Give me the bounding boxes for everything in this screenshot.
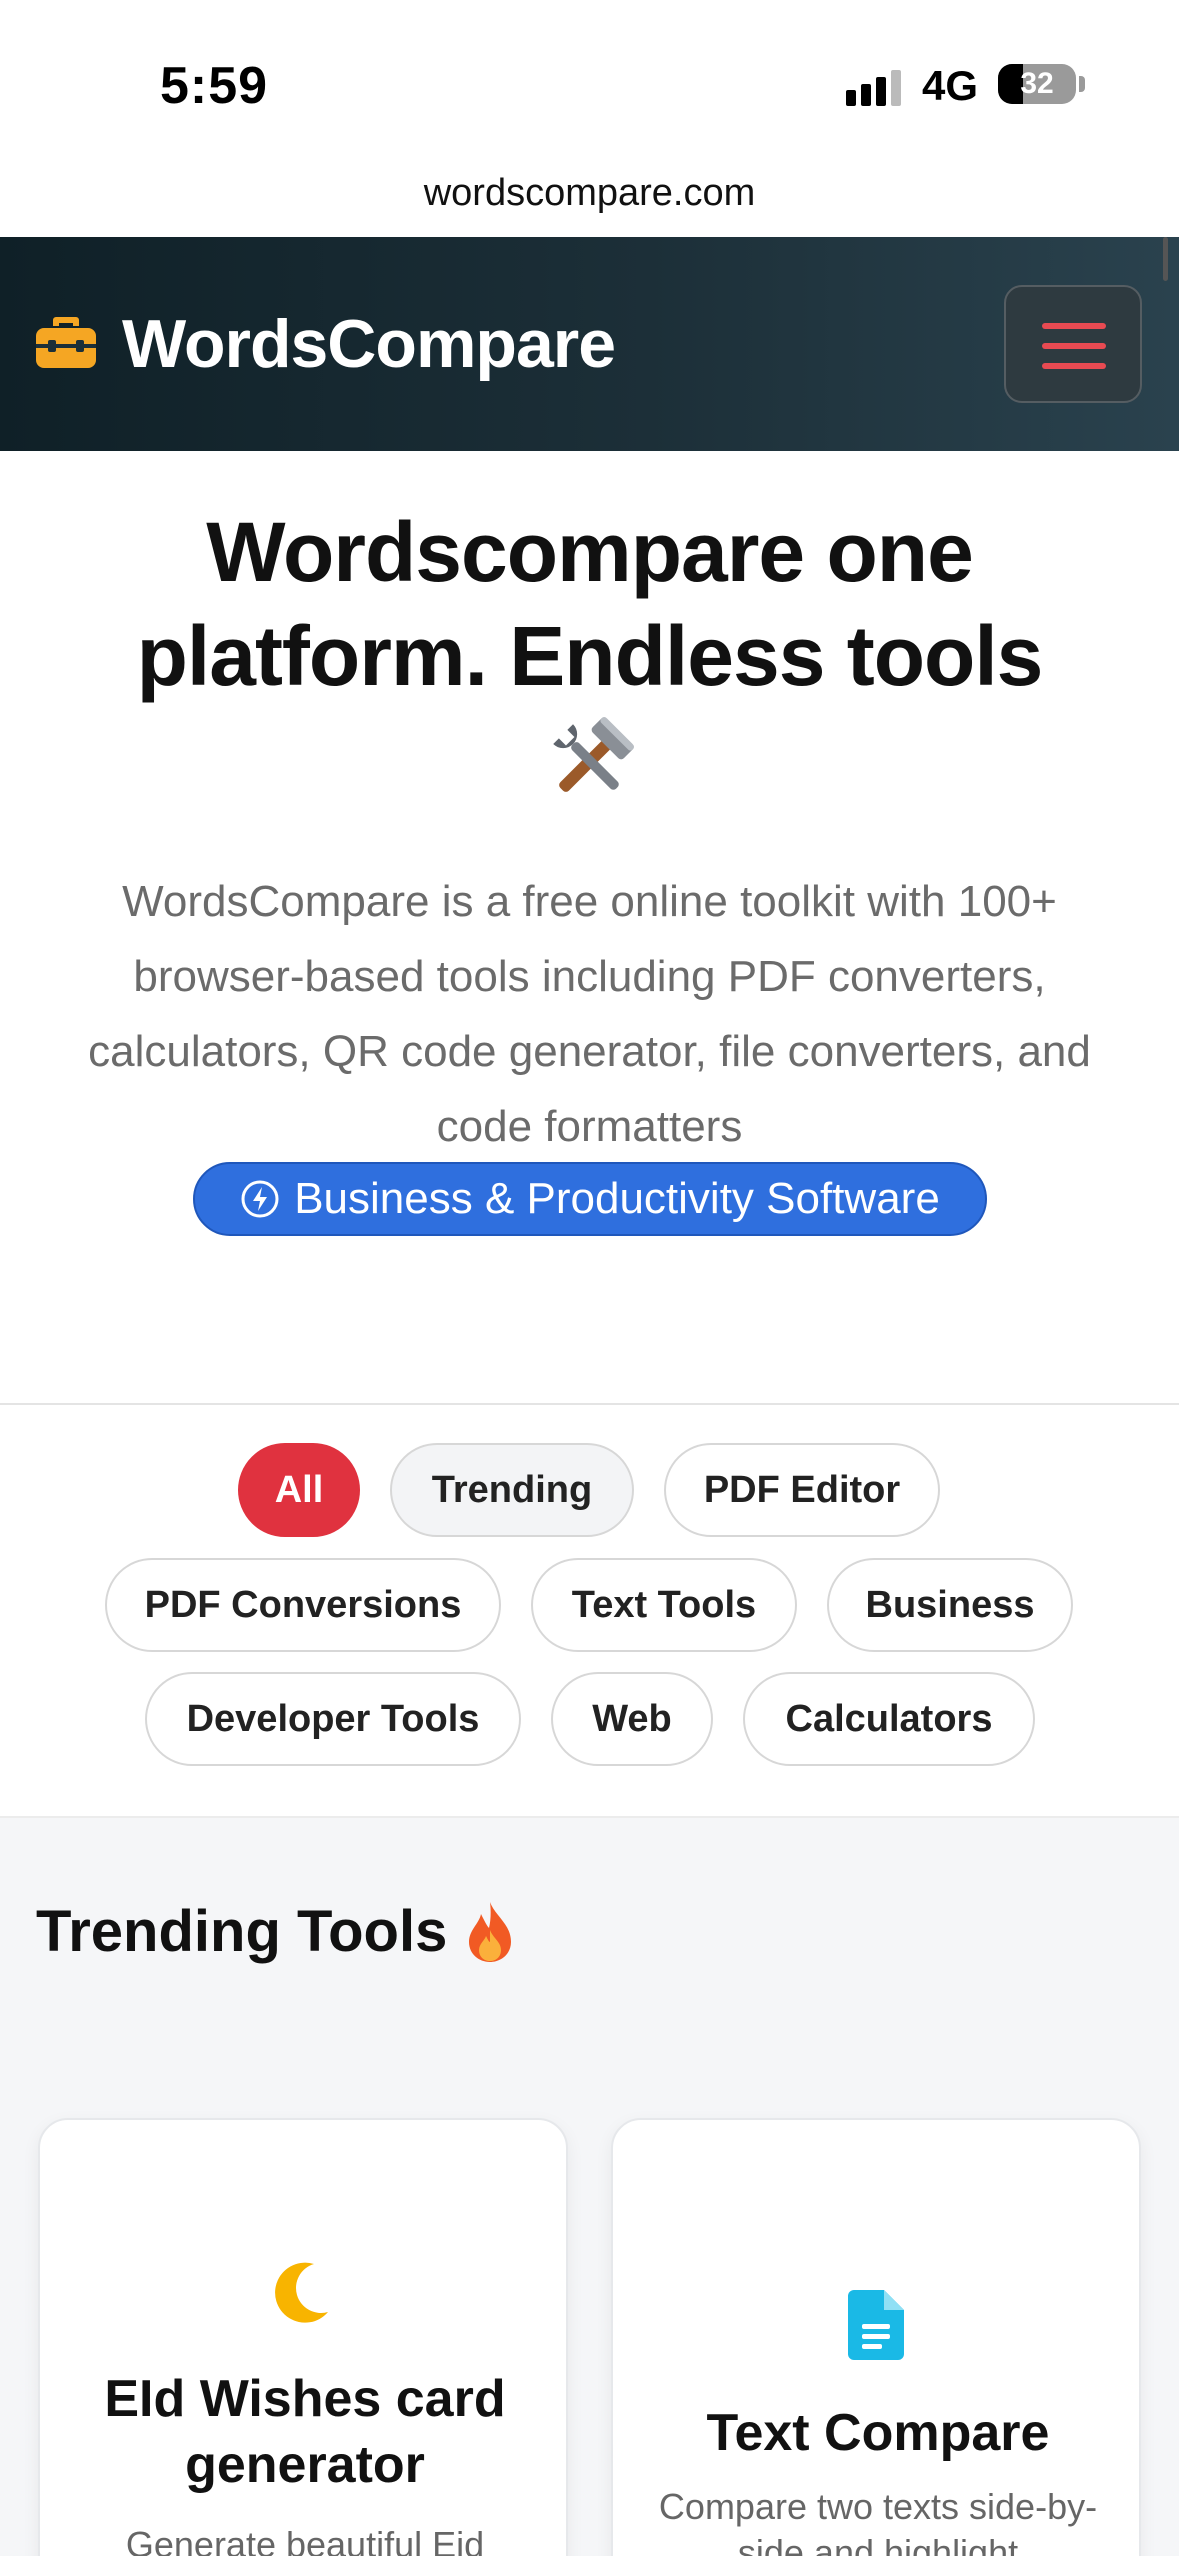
trending-title: Trending Tools: [36, 1899, 448, 1964]
section-divider: [0, 1403, 1179, 1405]
network-type: 4G: [922, 62, 979, 109]
tool-card-title: EId Wishes card generator: [104, 2370, 506, 2494]
lightning-circle-icon: [241, 1180, 279, 1218]
brand-link[interactable]: WordsCompare: [34, 305, 616, 383]
tool-card-eid-wishes[interactable]: EId Wishes card generator Generate beaut…: [38, 2118, 568, 2556]
document-icon: [848, 2290, 904, 2360]
filter-chip-trending[interactable]: Trending: [390, 1443, 634, 1537]
filter-chip-text-tools[interactable]: Text Tools: [531, 1558, 797, 1652]
filter-chip-calculators[interactable]: Calculators: [743, 1672, 1035, 1766]
status-time: 5:59: [160, 57, 269, 115]
status-bar: 5:59 4G 32 wordscompare.com: [0, 0, 1179, 214]
tool-card-title: Text Compare: [706, 2404, 1050, 2462]
filter-chip-web[interactable]: Web: [551, 1672, 713, 1766]
battery-icon: 32: [998, 64, 1076, 104]
brand-name: WordsCompare: [122, 306, 616, 382]
page-title: Wordscompare one platform. Endless tools: [136, 505, 1044, 703]
category-badge[interactable]: Business & Productivity Software: [193, 1162, 987, 1236]
crescent-moon-icon: [275, 2262, 328, 2323]
battery-level: 32: [1020, 67, 1054, 100]
toolbox-icon: [36, 317, 96, 368]
cellular-signal-icon: [846, 70, 901, 106]
hero-description: WordsCompare is a free online toolkit wi…: [88, 877, 1091, 1151]
tool-card-description: Compare two texts side-by-side and highl…: [658, 2486, 1098, 2556]
battery-cap: [1079, 76, 1085, 92]
tool-card-description: Generate beautiful Eid: [125, 2524, 485, 2556]
fire-icon: [469, 1901, 512, 1962]
filter-chip-business[interactable]: Business: [827, 1558, 1073, 1652]
scroll-indicator: [1163, 237, 1168, 281]
filter-chip-developer-tools[interactable]: Developer Tools: [145, 1672, 521, 1766]
hamburger-line: [1042, 343, 1106, 349]
filter-chip-pdf-editor[interactable]: PDF Editor: [664, 1443, 940, 1537]
badge-label: Business & Productivity Software: [294, 1174, 940, 1223]
hamburger-line: [1042, 363, 1106, 369]
hamburger-menu-icon: [1042, 323, 1106, 329]
hamburger-menu-button[interactable]: [1004, 285, 1142, 403]
site-navbar: WordsCompare: [0, 237, 1179, 451]
tool-card-text-compare[interactable]: Text Compare Compare two texts side-by-s…: [611, 2118, 1141, 2556]
address-bar-url[interactable]: wordscompare.com: [0, 172, 1179, 215]
hammer-and-wrench-icon: [553, 716, 635, 792]
filter-chip-pdf-conversions[interactable]: PDF Conversions: [105, 1558, 501, 1652]
trending-heading: Trending Tools: [36, 1898, 515, 1965]
filter-chip-all[interactable]: All: [238, 1443, 360, 1537]
